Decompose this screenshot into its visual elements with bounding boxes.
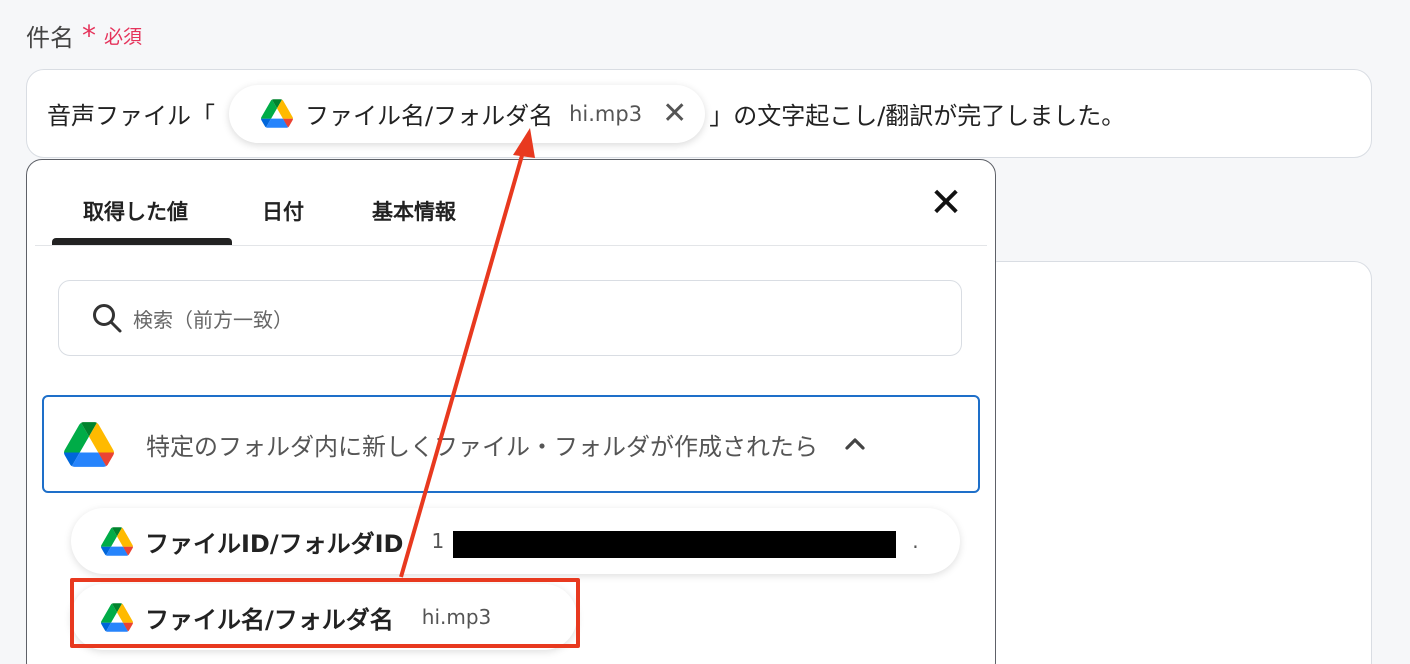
annotation-arrow — [399, 128, 535, 578]
